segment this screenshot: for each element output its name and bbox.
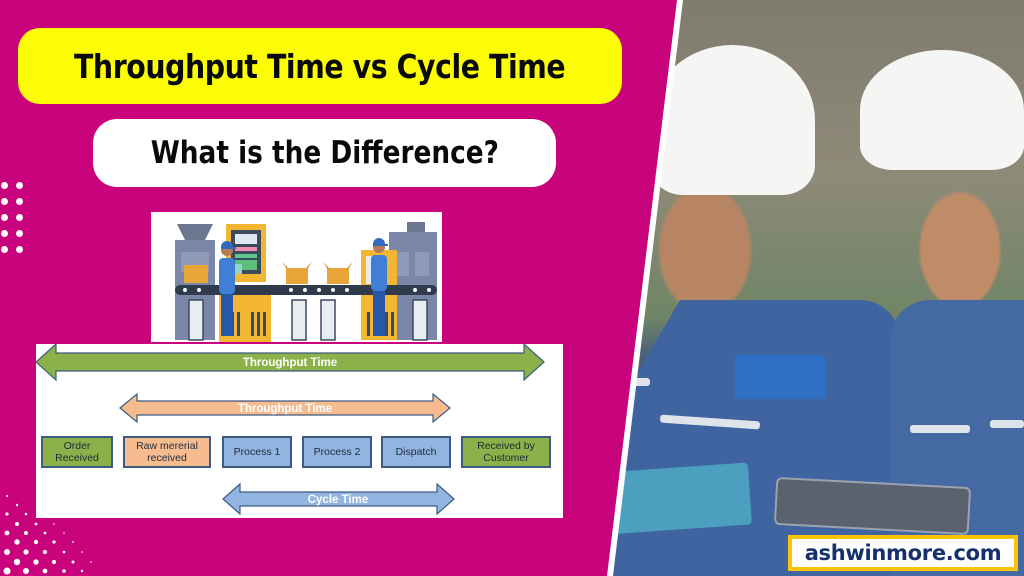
page-subtitle: What is the Difference? xyxy=(150,135,499,171)
arrow-label-cycle-time: Cycle Time xyxy=(308,494,369,506)
step-process-2: Process 2 xyxy=(302,436,372,468)
process-diagram: Throughput Time Throughput Time Cycle Ti… xyxy=(36,344,563,518)
factory-illustration xyxy=(151,212,442,342)
step-raw-material-received: Raw mererial received xyxy=(123,436,211,468)
subtitle-banner: What is the Difference? xyxy=(93,119,556,187)
step-order-received: Order Received xyxy=(41,436,113,468)
hard-hat-right xyxy=(860,50,1024,170)
arrow-label-throughput-full: Throughput Time xyxy=(243,357,337,369)
step-received-by-customer: Received by Customer xyxy=(461,436,551,468)
brand-link[interactable]: ashwinmore.com xyxy=(805,541,1002,565)
tablet xyxy=(773,476,972,536)
step-process-1: Process 1 xyxy=(222,436,292,468)
arrow-label-throughput-internal: Throughput Time xyxy=(238,403,332,415)
title-banner: Throughput Time vs Cycle Time xyxy=(18,28,622,104)
brand-badge[interactable]: ashwinmore.com xyxy=(788,535,1018,571)
page-title: Throughput Time vs Cycle Time xyxy=(74,46,566,86)
step-dispatch: Dispatch xyxy=(381,436,451,468)
